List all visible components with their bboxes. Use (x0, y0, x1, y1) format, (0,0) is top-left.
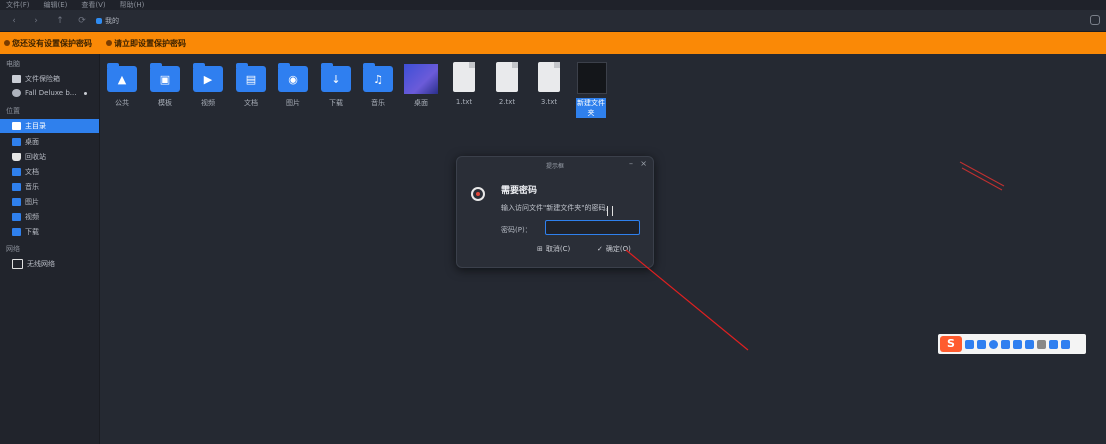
banner-item-1[interactable]: 您还没有设置保护密码 (4, 38, 92, 49)
ok-button[interactable]: ✓ 确定(O) (597, 244, 631, 254)
password-dialog: 提示框 – × 需要密码 输入访问文件"新建文件夹"的密码。 密码(P)： ⊞ … (456, 156, 654, 268)
vault-icon (12, 75, 21, 83)
close-icon[interactable]: × (640, 159, 647, 168)
file-item-public[interactable]: ▲ 公共 (101, 62, 143, 112)
sidebar-item-documents[interactable]: 文档 (0, 165, 99, 179)
folder-icon (12, 183, 21, 191)
folder-icon: ◉ (278, 63, 308, 92)
sidebar-item-pictures[interactable]: 图片 (0, 195, 99, 209)
warning-banner: 您还没有设置保护密码 请立即设置保护密码 (0, 32, 1106, 54)
folder-icon: ↓ (321, 63, 351, 92)
ime-tool-icon[interactable] (1037, 339, 1046, 349)
ime-toolbar[interactable]: S (938, 334, 1086, 354)
settings-icon[interactable] (1090, 15, 1100, 25)
folder-icon: ▲ (107, 63, 137, 92)
folder-icon (12, 213, 21, 221)
location-bar[interactable]: 我的 (96, 16, 119, 26)
dialog-message: 输入访问文件"新建文件夹"的密码。 (501, 204, 613, 212)
sidebar-item-desktop[interactable]: 桌面 (0, 135, 99, 149)
disc-icon (12, 89, 21, 97)
file-item-downloads[interactable]: ↓ 下载 (315, 62, 357, 112)
warning-icon (4, 40, 10, 46)
file-item-pictures[interactable]: ◉ 图片 (272, 62, 314, 112)
ime-tool-icon[interactable] (965, 339, 974, 349)
folder-icon (12, 168, 21, 176)
file-item-templates[interactable]: ▣ 模板 (144, 62, 186, 112)
text-cursor-icon (607, 206, 613, 216)
location-text: 我的 (105, 17, 119, 25)
ime-tool-icon[interactable] (1001, 339, 1010, 349)
check-icon: ✓ (597, 245, 603, 253)
text-file-icon (453, 62, 475, 92)
file-item-txt-3[interactable]: 3.txt (528, 62, 570, 112)
file-item-videos[interactable]: ▶ 视频 (187, 62, 229, 112)
menu-help[interactable]: 帮助(H) (120, 0, 145, 10)
trash-icon (12, 153, 21, 161)
text-file-icon (496, 62, 518, 92)
cancel-button[interactable]: ⊞ 取消(C) (537, 244, 570, 254)
menu-edit[interactable]: 编辑(E) (44, 0, 68, 10)
sidebar-item-disc[interactable]: Fall Deluxe b... (0, 86, 99, 100)
menu-file[interactable]: 文件(F) (6, 0, 30, 10)
minimize-icon[interactable]: – (629, 159, 633, 168)
folder-icon (12, 198, 21, 206)
folder-icon: ▶ (193, 63, 223, 92)
sidebar: 电脑 文件保险箱 Fall Deluxe b... 位置 主目录 桌面 回收站 … (0, 54, 100, 444)
eject-icon[interactable] (84, 91, 88, 95)
cancel-icon: ⊞ (537, 245, 543, 253)
file-item-txt-2[interactable]: 2.txt (486, 62, 528, 112)
toolbar: ‹ › ↑ ⟳ 我的 (0, 10, 1106, 32)
annotation-stroke (959, 161, 1005, 187)
back-arrow-icon[interactable]: ‹ (8, 15, 20, 27)
locked-folder-icon (577, 62, 607, 94)
annotation-stroke (961, 167, 1003, 191)
dialog-title: 提示框 (545, 163, 564, 170)
sidebar-item-vault[interactable]: 文件保险箱 (0, 72, 99, 86)
ime-tool-icon[interactable] (1049, 339, 1058, 349)
file-item-documents[interactable]: ▤ 文档 (230, 62, 272, 112)
sidebar-item-network[interactable]: 无线网络 (0, 257, 99, 271)
file-item-music[interactable]: ♫ 音乐 (357, 62, 399, 112)
file-item-new-folder[interactable]: 新建文件夹 (571, 62, 613, 118)
password-label: 密码(P)： (501, 226, 532, 234)
refresh-icon[interactable]: ⟳ (76, 15, 88, 27)
ime-tool-icon[interactable] (989, 339, 998, 349)
home-icon (12, 122, 21, 130)
banner-item-2[interactable]: 请立即设置保护密码 (106, 38, 186, 49)
forward-arrow-icon[interactable]: › (30, 15, 42, 27)
mic-icon[interactable] (1013, 339, 1022, 349)
text-file-icon (538, 62, 560, 92)
folder-icon: ♫ (363, 63, 393, 92)
image-thumbnail-icon (404, 64, 438, 94)
sidebar-item-trash[interactable]: 回收站 (0, 150, 99, 164)
up-arrow-icon[interactable]: ↑ (54, 15, 66, 27)
sidebar-item-downloads[interactable]: 下载 (0, 225, 99, 239)
sidebar-item-music[interactable]: 音乐 (0, 180, 99, 194)
sidebar-item-videos[interactable]: 视频 (0, 210, 99, 224)
menu-bar: 文件(F) 编辑(E) 查看(V) 帮助(H) (0, 0, 1106, 10)
folder-icon: ▣ (150, 63, 180, 92)
ime-tool-icon[interactable] (1061, 339, 1070, 349)
sidebar-section-locations: 位置 (6, 107, 20, 115)
desktop-icon (12, 138, 21, 146)
file-item-desktop[interactable]: 桌面 (400, 62, 442, 112)
sidebar-section-computer: 电脑 (6, 60, 20, 68)
folder-icon: ▤ (236, 63, 266, 92)
ime-tool-icon[interactable] (977, 339, 986, 349)
dialog-heading: 需要密码 (501, 186, 538, 196)
keyboard-icon[interactable] (1025, 339, 1034, 349)
folder-icon (12, 228, 21, 236)
sidebar-section-network: 网络 (6, 245, 20, 253)
home-icon (96, 18, 102, 24)
ime-logo-icon[interactable]: S (940, 336, 962, 352)
sidebar-item-home[interactable]: 主目录 (0, 119, 99, 133)
monitor-icon (12, 259, 23, 269)
file-item-txt-1[interactable]: 1.txt (443, 62, 485, 112)
menu-view[interactable]: 查看(V) (81, 0, 105, 10)
warning-icon (106, 40, 112, 46)
password-input[interactable] (545, 220, 640, 235)
lock-warning-icon (471, 187, 485, 201)
